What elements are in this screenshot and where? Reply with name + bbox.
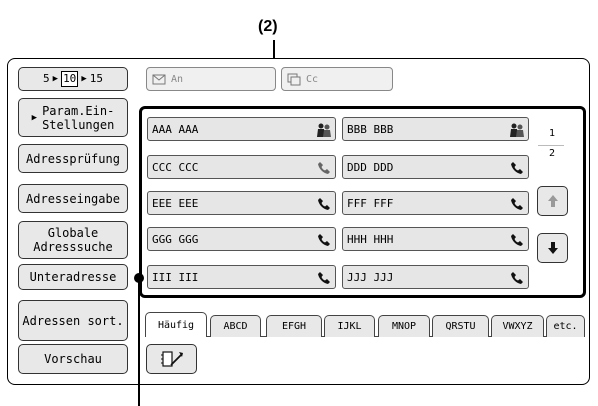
- address-entry[interactable]: JJJ JJJ: [342, 265, 529, 289]
- tab-abcd[interactable]: ABCD: [210, 315, 261, 337]
- tab-ijkl[interactable]: IJKL: [324, 315, 375, 337]
- range-start: 5: [43, 72, 50, 85]
- arrow-right-icon: ▶: [81, 74, 87, 84]
- sort-addresses-button[interactable]: Adressen sort.: [18, 300, 128, 341]
- address-entry[interactable]: HHH HHH: [342, 227, 529, 251]
- address-entry[interactable]: III III: [147, 265, 336, 289]
- arrow-right-icon: ▶: [52, 74, 59, 84]
- callout-line: [138, 278, 140, 406]
- phone-icon: [508, 231, 525, 248]
- tab-efgh[interactable]: EFGH: [266, 315, 322, 337]
- param-settings-label: Param.Ein- Stellungen: [42, 103, 115, 132]
- address-name: EEE EEE: [152, 196, 199, 210]
- phone-icon: [315, 195, 332, 212]
- address-name: III III: [152, 270, 199, 284]
- address-name: BBB BBB: [347, 122, 394, 136]
- arrow-down-icon: [547, 242, 558, 254]
- range-selector-button[interactable]: 5 ▶ 10 ▶ 15: [18, 67, 128, 91]
- address-check-button[interactable]: Adressprüfung: [18, 144, 128, 173]
- address-entry[interactable]: AAA AAA: [147, 117, 336, 141]
- page-current: 1: [549, 128, 556, 139]
- to-field-label: An: [171, 73, 184, 85]
- tab-qrstu[interactable]: QRSTU: [432, 315, 489, 337]
- address-name: DDD DDD: [347, 160, 394, 174]
- cc-field[interactable]: Cc: [281, 67, 393, 91]
- address-name: AAA AAA: [152, 122, 199, 136]
- group-icon: [315, 121, 332, 138]
- address-entry[interactable]: CCC CCC: [147, 155, 336, 179]
- cc-icon: [287, 73, 301, 86]
- address-entry[interactable]: GGG GGG: [147, 227, 336, 251]
- cc-field-label: Cc: [306, 73, 319, 85]
- phone-icon: [315, 231, 332, 248]
- to-field[interactable]: An: [146, 67, 276, 91]
- phone-icon: [315, 159, 332, 176]
- range-current: 10: [61, 71, 79, 87]
- phone-icon: [315, 269, 332, 286]
- scroll-up-button[interactable]: [537, 186, 568, 216]
- callout-label: (2): [258, 18, 278, 35]
- tab-vwxyz[interactable]: VWXYZ: [491, 315, 544, 337]
- group-icon: [508, 121, 525, 138]
- address-edit-button[interactable]: [146, 344, 197, 374]
- address-name: GGG GGG: [152, 232, 199, 246]
- global-address-search-button[interactable]: Globale Adresssuche: [18, 221, 128, 259]
- range-end: 15: [89, 72, 103, 85]
- sub-address-button[interactable]: Unteradresse: [18, 264, 128, 290]
- preview-button[interactable]: Vorschau: [18, 344, 128, 374]
- envelope-icon: [152, 74, 166, 85]
- address-name: HHH HHH: [347, 232, 394, 246]
- phone-icon: [508, 195, 525, 212]
- page-divider: [538, 145, 564, 146]
- address-entry[interactable]: DDD DDD: [342, 155, 529, 179]
- address-name: JJJ JJJ: [347, 270, 394, 284]
- phone-icon: [508, 159, 525, 176]
- address-entry-button[interactable]: Adresseingabe: [18, 184, 128, 213]
- address-entry[interactable]: FFF FFF: [342, 191, 529, 215]
- tab-mnop[interactable]: MNOP: [378, 315, 430, 337]
- address-name: FFF FFF: [347, 196, 394, 210]
- page-total: 2: [549, 148, 556, 159]
- scroll-down-button[interactable]: [537, 233, 568, 263]
- phone-icon: [508, 269, 525, 286]
- tab-etc[interactable]: etc.: [546, 315, 585, 337]
- address-entry[interactable]: BBB BBB: [342, 117, 529, 141]
- param-settings-button[interactable]: ▶ Param.Ein- Stellungen: [18, 98, 128, 137]
- address-entry[interactable]: EEE EEE: [147, 191, 336, 215]
- address-book-edit-icon: [160, 351, 183, 367]
- play-arrow-icon: ▶: [31, 112, 38, 123]
- arrow-up-icon: [547, 195, 558, 207]
- address-name: CCC CCC: [152, 160, 199, 174]
- tab-haeufig[interactable]: Häufig: [145, 312, 207, 337]
